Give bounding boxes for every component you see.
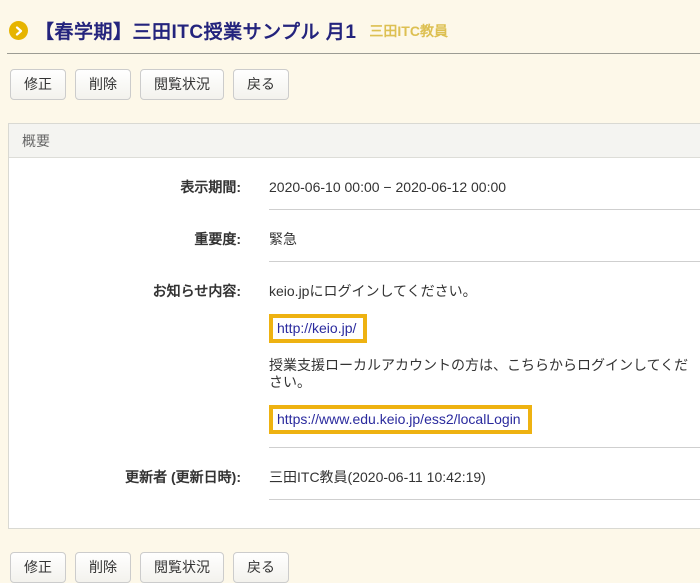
panel-header-title: 概要 bbox=[9, 124, 700, 158]
view-status-button-bottom[interactable]: 閲覧状況 bbox=[140, 552, 224, 583]
updated-by-label: 更新者 (更新日時): bbox=[9, 448, 241, 500]
back-button[interactable]: 戻る bbox=[233, 69, 289, 100]
edit-button[interactable]: 修正 bbox=[10, 69, 66, 100]
notice-line-1: keio.jpにログインしてください。 bbox=[269, 283, 700, 300]
keio-jp-link[interactable]: http://keio.jp/ bbox=[269, 314, 367, 343]
notice-label: お知らせ内容: bbox=[9, 262, 241, 448]
notice-value: keio.jpにログインしてください。 http://keio.jp/ 授業支援… bbox=[269, 262, 700, 448]
notice-line-2: 授業支援ローカルアカウントの方は、こちらからログインしてください。 bbox=[269, 357, 700, 391]
overview-panel: 概要 表示期間: 2020-06-10 00:00 − 2020-06-12 0… bbox=[8, 123, 700, 529]
delete-button[interactable]: 削除 bbox=[75, 69, 131, 100]
field-importance: 重要度: 緊急 bbox=[9, 210, 700, 262]
field-display-period: 表示期間: 2020-06-10 00:00 − 2020-06-12 00:0… bbox=[9, 158, 700, 210]
page-title: 【春学期】三田ITC授業サンプル 月1 bbox=[35, 17, 356, 44]
edit-button-bottom[interactable]: 修正 bbox=[10, 552, 66, 583]
importance-label: 重要度: bbox=[9, 210, 241, 262]
toolbar-bottom: 修正 削除 閲覧状況 戻る bbox=[0, 529, 700, 583]
view-status-button[interactable]: 閲覧状況 bbox=[140, 69, 224, 100]
chevron-right-icon bbox=[9, 21, 28, 40]
toolbar-top: 修正 削除 閲覧状況 戻る bbox=[0, 54, 700, 100]
delete-button-bottom[interactable]: 削除 bbox=[75, 552, 131, 583]
importance-value: 緊急 bbox=[269, 210, 700, 262]
page: 【春学期】三田ITC授業サンプル 月1 三田ITC教員 修正 削除 閲覧状況 戻… bbox=[0, 0, 700, 583]
display-period-value: 2020-06-10 00:00 − 2020-06-12 00:00 bbox=[269, 158, 700, 210]
back-button-bottom[interactable]: 戻る bbox=[233, 552, 289, 583]
display-period-label: 表示期間: bbox=[9, 158, 241, 210]
updated-by-value: 三田ITC教員(2020-06-11 10:42:19) bbox=[269, 448, 700, 500]
panel-body: 表示期間: 2020-06-10 00:00 − 2020-06-12 00:0… bbox=[9, 158, 700, 528]
field-updated-by: 更新者 (更新日時): 三田ITC教員(2020-06-11 10:42:19) bbox=[9, 448, 700, 500]
page-header: 【春学期】三田ITC授業サンプル 月1 三田ITC教員 bbox=[0, 0, 700, 51]
local-login-link[interactable]: https://www.edu.keio.jp/ess2/localLogin bbox=[269, 405, 532, 434]
author-label: 三田ITC教員 bbox=[369, 21, 448, 41]
field-notice: お知らせ内容: keio.jpにログインしてください。 http://keio.… bbox=[9, 262, 700, 448]
